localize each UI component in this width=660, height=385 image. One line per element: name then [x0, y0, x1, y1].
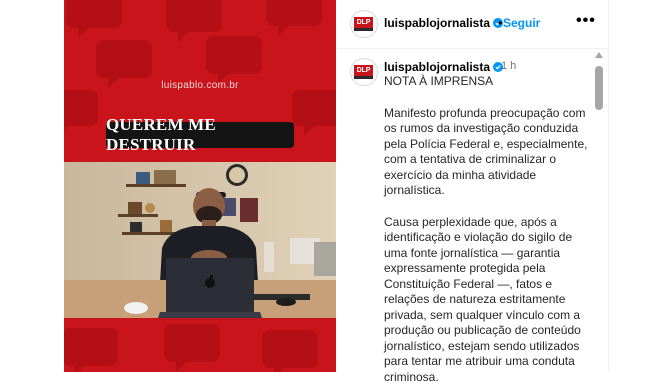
video-headline: QUEREM ME DESTRUIR [106, 122, 294, 148]
comment-username-text: luispablojornalista [384, 60, 490, 74]
more-icon[interactable]: ••• [576, 12, 596, 30]
comment-text: NOTA À IMPRENSA Manifesto profunda preoc… [384, 74, 594, 385]
comment-timestamp[interactable]: 1 h [501, 60, 516, 72]
header-username[interactable]: luispablojornalista [384, 16, 503, 30]
bottom-pattern [64, 318, 336, 372]
scroll-up-arrow-icon[interactable] [595, 52, 603, 58]
avatar[interactable]: DLP [350, 10, 378, 38]
post-media[interactable]: luispablo.com.br QUEREM ME DESTRUIR [64, 0, 336, 372]
scrollbar-thumb[interactable] [595, 66, 603, 110]
left-overlay [0, 0, 64, 372]
post-details-panel: DLP luispablojornalista • Seguir ••• DLP… [336, 0, 609, 372]
caption-paragraph-1: Manifesto profunda preocupação com os ru… [384, 106, 594, 199]
video-scene [64, 162, 336, 318]
post-header: DLP luispablojornalista • Seguir ••• [336, 0, 608, 49]
comment-avatar[interactable]: DLP [350, 58, 378, 86]
site-url-label: luispablo.com.br [64, 80, 336, 91]
comments-scrollbar[interactable] [592, 50, 606, 372]
separator-dot: • [498, 16, 502, 30]
avatar-badge-text: DLP [354, 17, 373, 28]
caption-paragraph-2: Causa perplexidade que, após a identific… [384, 215, 594, 385]
follow-button[interactable]: Seguir [503, 16, 540, 30]
header-username-text: luispablojornalista [384, 16, 490, 30]
caption-title: NOTA À IMPRENSA [384, 74, 594, 90]
video-frame[interactable] [64, 162, 336, 318]
comment-username[interactable]: luispablojornalista [384, 60, 503, 74]
comment-avatar-badge-text: DLP [354, 65, 373, 76]
